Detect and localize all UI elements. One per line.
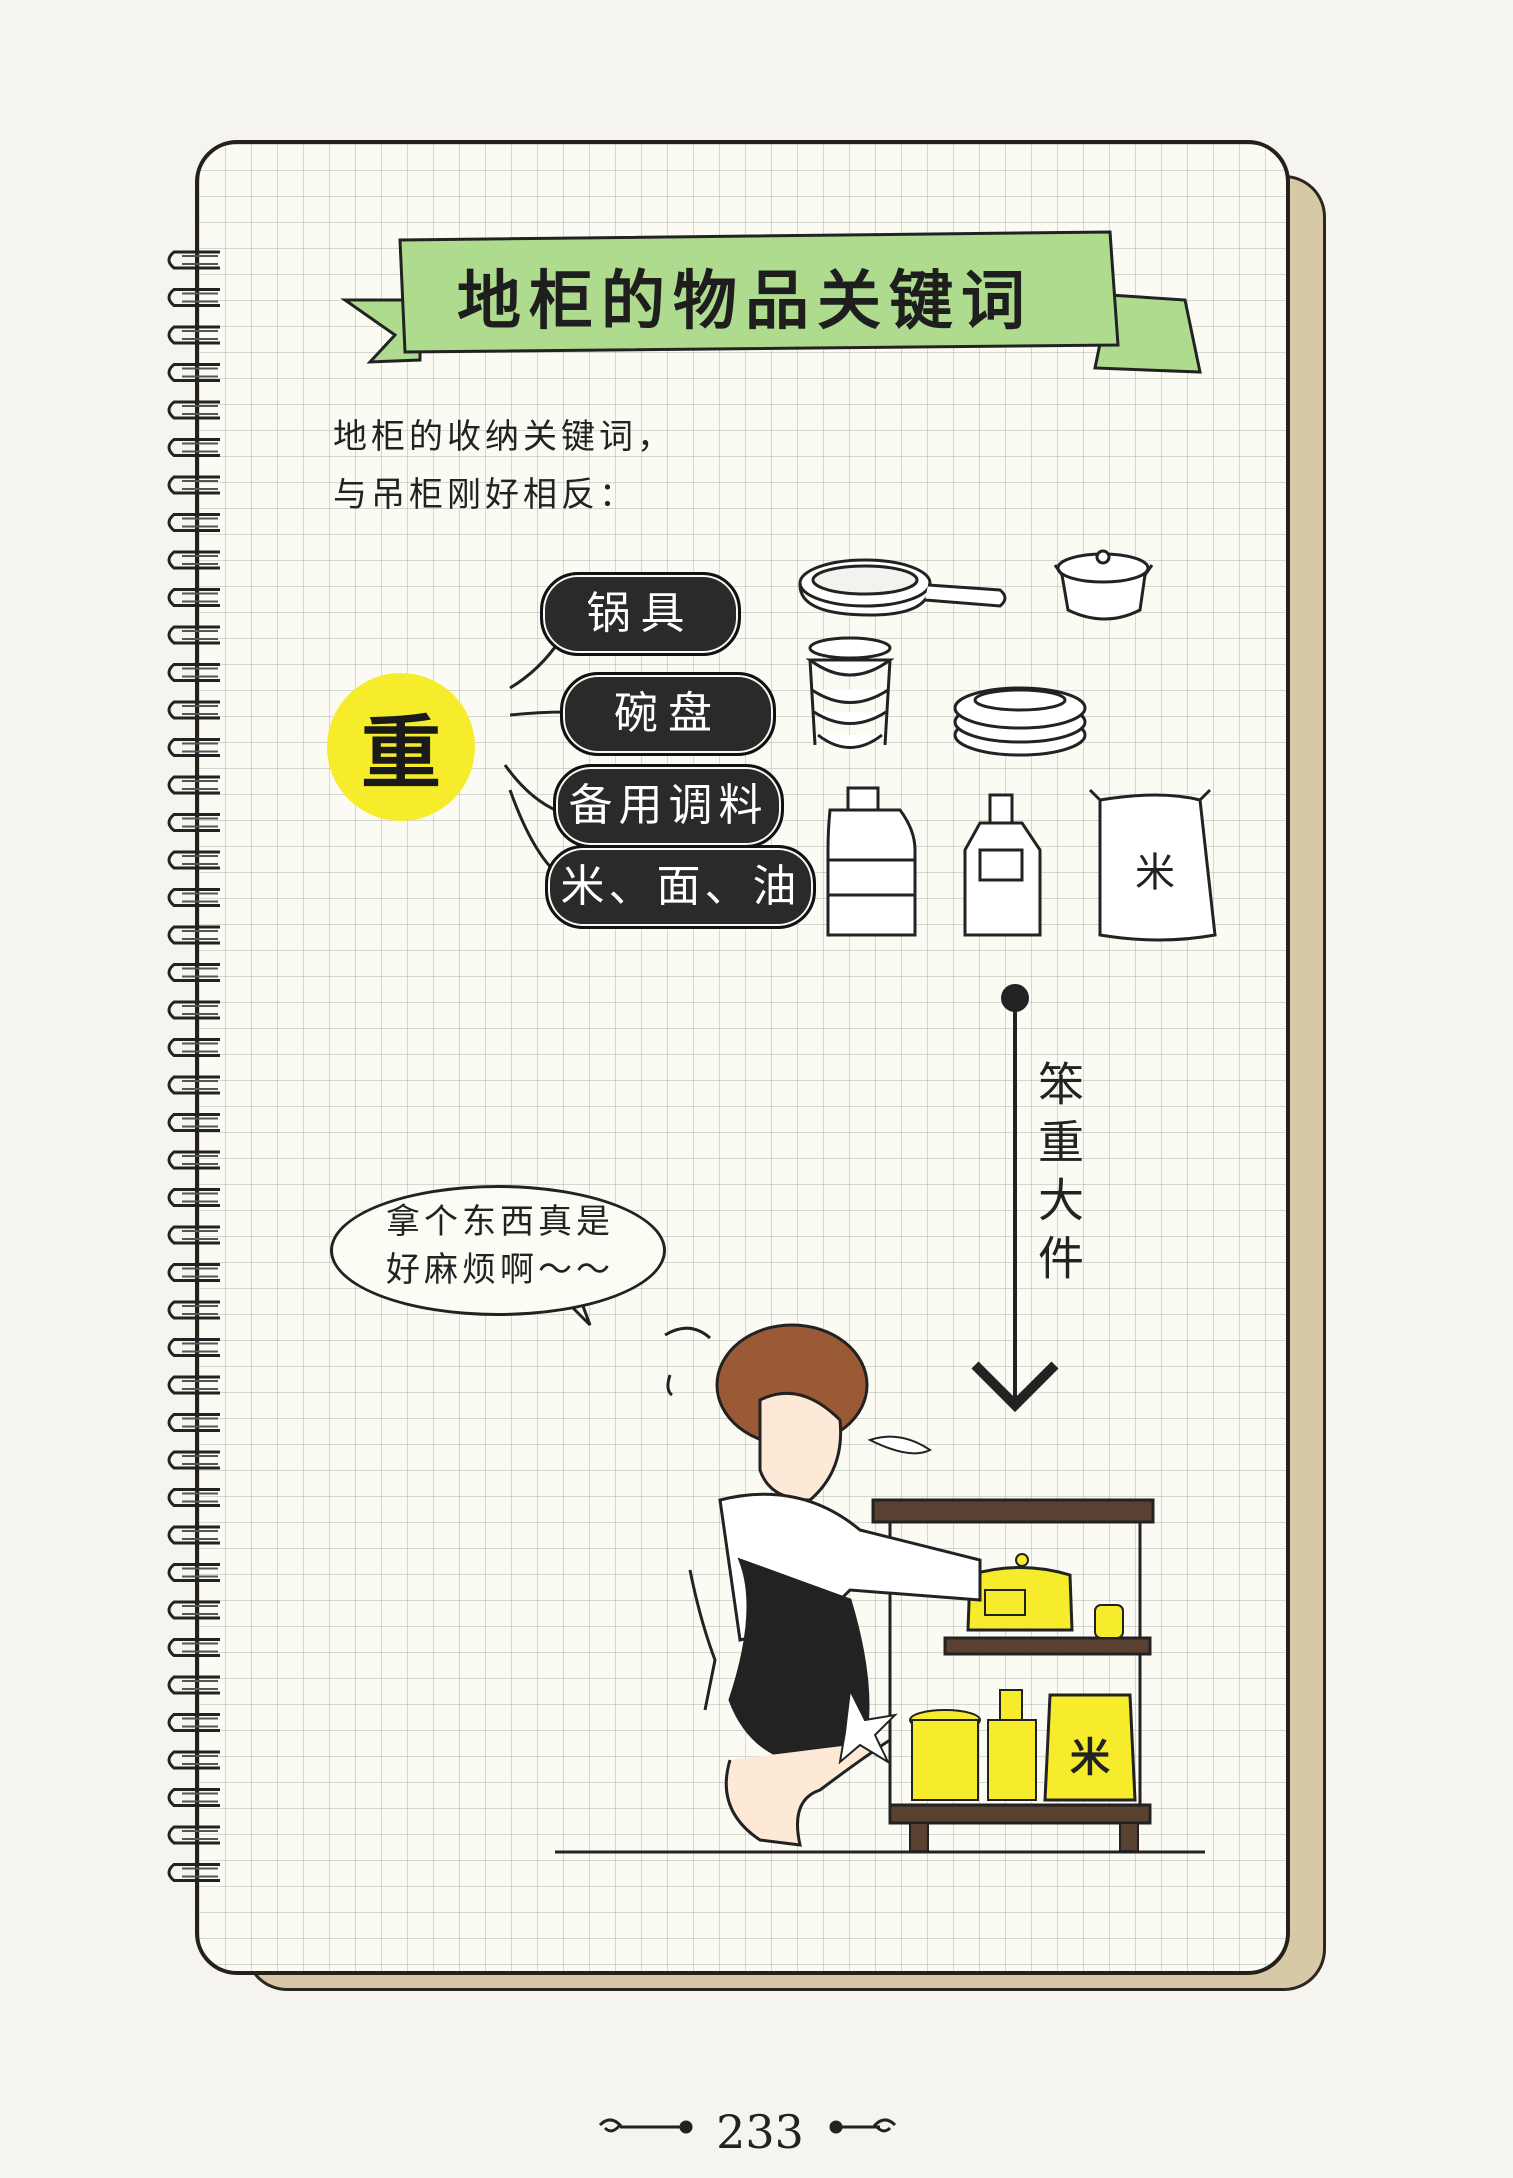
- intro-line-1: 地柜的收纳关键词，: [333, 417, 675, 457]
- tag-cookware: 锅具: [540, 572, 741, 656]
- tag-spare-seasoning: 备用调料: [553, 764, 784, 848]
- rice-bag-label: 米: [1135, 850, 1175, 896]
- intro-line-2: 与吊柜刚好相反：: [333, 475, 637, 515]
- speech-line-1: 拿个东西真是: [386, 1202, 614, 1242]
- sweat-drop-icon: [867, 1435, 932, 1455]
- stacked-plates-icon: [953, 686, 1087, 757]
- intro-text: 地柜的收纳关键词， 与吊柜刚好相反：: [333, 408, 813, 524]
- oil-jug-icon: [826, 786, 917, 937]
- pot-icon: [1053, 549, 1154, 621]
- speech-text: 拿个东西真是 好麻烦啊～～: [355, 1198, 645, 1294]
- category-connectors: [503, 639, 566, 882]
- heavy-label: 重: [361, 706, 441, 800]
- page-title: 地柜的物品关键词: [457, 264, 1033, 339]
- tag-dishes: 碗盘: [560, 672, 776, 756]
- sauce-bottle-icon: [963, 793, 1042, 937]
- frying-pan-icon: [798, 558, 1007, 617]
- cabinet-rice-label: 米: [1070, 1734, 1110, 1781]
- page-number: 233: [716, 2105, 804, 2159]
- notebook-page: 地柜的物品关键词 地柜的收纳关键词， 与吊柜刚好相反： 重 锅具 碗盘 备用调料…: [0, 0, 1513, 2178]
- sweat-drop-icon: [666, 1374, 673, 1397]
- stacked-bowls-icon: [805, 636, 895, 749]
- speech-line-2: 好麻烦啊～～: [386, 1250, 614, 1290]
- heavy-badge: 重: [327, 673, 475, 821]
- vertical-caption: 笨重大件: [1031, 1060, 1085, 1292]
- tag-rice-flour-oil: 米、面、油: [545, 845, 816, 929]
- sweat-drop-icon: [664, 1326, 712, 1340]
